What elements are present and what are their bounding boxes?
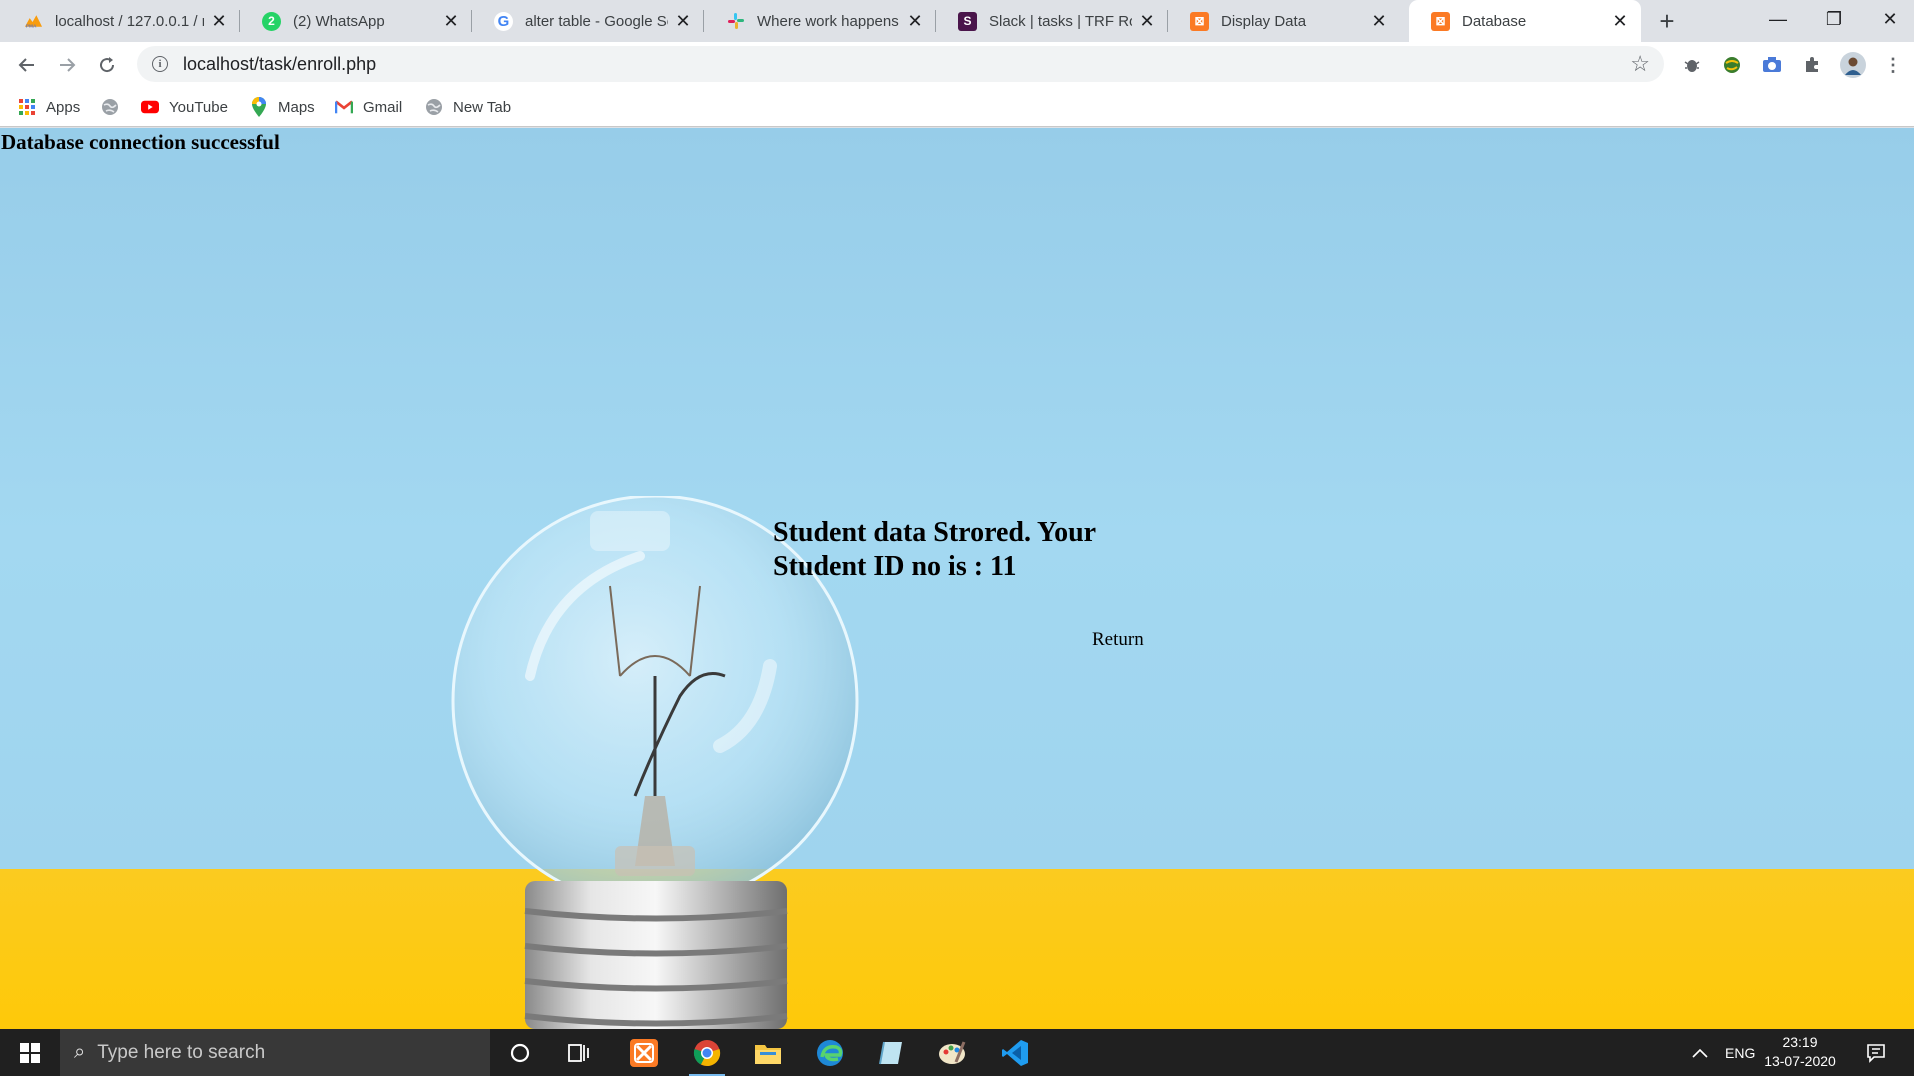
bookmark-star-icon[interactable]: ☆: [1630, 51, 1650, 77]
vscode-icon[interactable]: [993, 1033, 1037, 1073]
browser-menu-icon[interactable]: ⋮: [1880, 52, 1906, 78]
url-text[interactable]: localhost/task/enroll.php: [183, 54, 1630, 75]
whatsapp-icon: 2: [262, 11, 281, 31]
close-tab-icon[interactable]: ✕: [1370, 11, 1388, 31]
cortana-icon[interactable]: [498, 1033, 542, 1073]
chevron-up-icon: [1692, 1048, 1708, 1058]
tab-title: localhost / 127.0.0.1 / n: [55, 12, 204, 30]
tab-title: Display Data: [1221, 12, 1307, 30]
close-tab-icon[interactable]: ✕: [442, 11, 460, 31]
globe-extension-icon[interactable]: [1719, 52, 1745, 78]
slack-workspace-icon: S: [958, 11, 977, 31]
minimize-button[interactable]: —: [1750, 0, 1806, 38]
return-link[interactable]: Return: [1092, 629, 1144, 651]
clock-time: 23:19: [1782, 1034, 1818, 1050]
xampp-icon: ⊠: [1190, 11, 1209, 31]
language-indicator[interactable]: ENG: [1725, 1029, 1755, 1076]
windows-logo-icon: [20, 1042, 40, 1063]
tab-phpmyadmin[interactable]: PMA localhost / 127.0.0.1 / n ✕: [2, 0, 240, 42]
search-icon: ⌕: [74, 1041, 86, 1063]
connection-status-text: Database connection successful: [1, 130, 280, 154]
bookmark-label: New Tab: [453, 98, 512, 116]
apps-grid-icon: [18, 98, 36, 116]
camera-extension-icon[interactable]: [1759, 52, 1785, 78]
tab-title: Database: [1462, 12, 1527, 30]
tab-title: alter table - Google Se: [525, 12, 668, 30]
tab-google-search[interactable]: G alter table - Google Se ✕: [472, 0, 704, 42]
xampp-icon: ⊠: [1431, 11, 1450, 31]
start-button[interactable]: [0, 1029, 60, 1076]
bookmark-untitled[interactable]: [101, 95, 129, 119]
globe-icon: [425, 98, 443, 116]
maps-pin-icon: [250, 97, 268, 117]
bookmarks-bar: Apps YouTube Maps Gmail New Tab: [0, 87, 1914, 127]
reload-icon: [100, 57, 115, 73]
svg-text:PMA: PMA: [26, 24, 37, 29]
action-center-button[interactable]: [1866, 1029, 1886, 1076]
tab-database[interactable]: ⊠ Database ✕: [1409, 0, 1641, 42]
clock-date: 13-07-2020: [1764, 1053, 1836, 1069]
gmail-icon: [335, 98, 353, 116]
bookmark-gmail[interactable]: Gmail: [335, 95, 402, 119]
show-hidden-icons[interactable]: [1692, 1029, 1708, 1076]
tab-title: Slack | tasks | TRF Robo: [989, 12, 1132, 30]
close-tab-icon[interactable]: ✕: [674, 11, 692, 31]
new-tab-button[interactable]: +: [1652, 6, 1682, 36]
taskbar-clock[interactable]: 23:19 13-07-2020: [1754, 1033, 1846, 1071]
bug-extension-icon[interactable]: [1679, 52, 1705, 78]
extensions-puzzle-icon[interactable]: [1799, 52, 1825, 78]
search-placeholder: Type here to search: [97, 1041, 266, 1063]
back-arrow-icon: [18, 58, 34, 72]
notification-icon: [1867, 1043, 1885, 1063]
paint-app-icon[interactable]: [930, 1033, 974, 1073]
tab-strip: PMA localhost / 127.0.0.1 / n ✕ 2 (2) Wh…: [0, 0, 1914, 42]
bookmark-youtube[interactable]: YouTube: [141, 95, 228, 119]
taskbar-search-box[interactable]: ⌕ Type here to search: [60, 1029, 490, 1076]
browser-toolbar: i localhost/task/enroll.php ☆ ⋮: [0, 42, 1914, 87]
bookmark-label: Apps: [46, 98, 81, 116]
restore-button[interactable]: ❐: [1806, 0, 1862, 38]
xampp-taskbar-icon[interactable]: [622, 1033, 666, 1073]
background-floor: [0, 869, 1914, 1029]
close-tab-icon[interactable]: ✕: [1138, 11, 1156, 31]
phpmyadmin-icon: PMA: [24, 12, 43, 31]
tab-display-data[interactable]: ⊠ Display Data ✕: [1168, 0, 1400, 42]
back-button[interactable]: [10, 48, 44, 82]
profile-avatar[interactable]: [1840, 52, 1866, 78]
close-window-button[interactable]: ✕: [1862, 0, 1914, 38]
tab-slack-home[interactable]: Where work happens | ✕: [704, 0, 936, 42]
bookmark-maps[interactable]: Maps: [250, 95, 315, 119]
forward-arrow-icon: [60, 58, 76, 72]
file-explorer-icon[interactable]: [746, 1033, 790, 1073]
notes-app-icon[interactable]: [869, 1033, 913, 1073]
youtube-icon: [141, 98, 159, 116]
edge-icon[interactable]: [808, 1033, 852, 1073]
globe-icon: [101, 98, 119, 116]
bookmark-new-tab[interactable]: New Tab: [425, 95, 511, 119]
site-info-icon[interactable]: i: [152, 56, 168, 72]
forward-button[interactable]: [50, 48, 84, 82]
bookmark-label: Gmail: [363, 98, 403, 116]
tab-slack-workspace[interactable]: S Slack | tasks | TRF Robo ✕: [936, 0, 1168, 42]
background-wall: [0, 128, 1914, 869]
reload-button[interactable]: [90, 48, 124, 82]
student-stored-message: Student data Strored. Your Student ID no…: [773, 517, 1096, 582]
close-tab-icon[interactable]: ✕: [906, 11, 924, 31]
bookmark-label: Maps: [278, 98, 315, 116]
task-view-icon[interactable]: [558, 1033, 602, 1073]
address-bar[interactable]: i localhost/task/enroll.php ☆: [137, 46, 1664, 82]
bookmark-apps[interactable]: Apps: [18, 95, 80, 119]
tab-title: Where work happens |: [757, 12, 900, 30]
tab-whatsapp[interactable]: 2 (2) WhatsApp ✕: [240, 0, 472, 42]
close-tab-icon[interactable]: ✕: [210, 11, 228, 31]
bookmark-label: YouTube: [169, 98, 228, 116]
slack-icon: [726, 12, 745, 31]
tab-title: (2) WhatsApp: [293, 12, 385, 30]
page-content: Database connection successful Student d…: [0, 128, 1914, 1029]
chrome-taskbar-icon[interactable]: [685, 1033, 729, 1076]
close-tab-icon[interactable]: ✕: [1611, 11, 1629, 31]
google-icon: G: [494, 11, 513, 31]
windows-taskbar: ⌕ Type here to search ENG 23:19 13-07-20…: [0, 1029, 1914, 1076]
